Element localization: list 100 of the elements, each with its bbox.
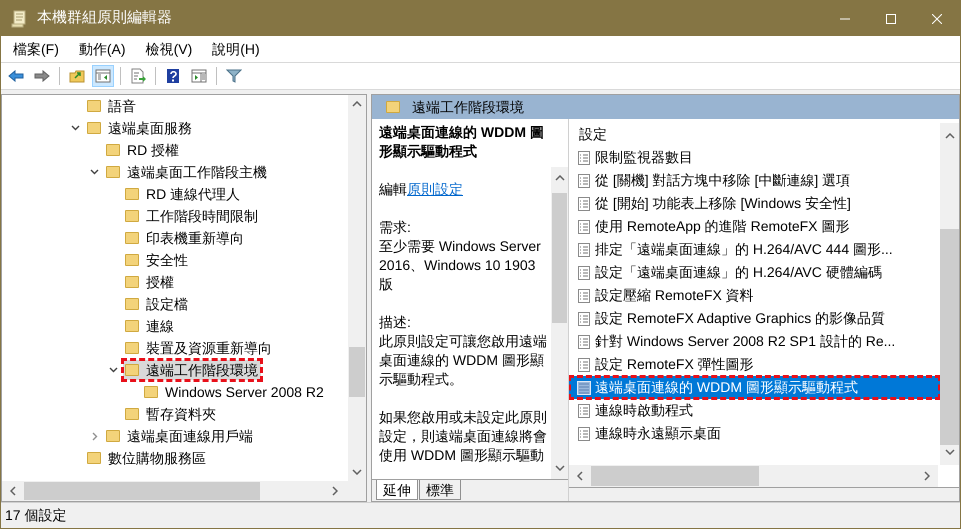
description-label: 描述: — [379, 313, 412, 332]
folder-icon — [125, 232, 139, 244]
status-text: 17 個設定 — [4, 506, 66, 525]
description-title: 遠端桌面連線的 WDDM 圖形顯示驅動程式 — [379, 123, 545, 161]
window-title: 本機群組原則編輯器 — [37, 8, 172, 28]
vertical-scrollbar[interactable] — [348, 95, 366, 481]
filter-icon — [226, 68, 242, 84]
setting-icon — [577, 404, 591, 418]
folder-icon — [125, 364, 139, 376]
back-arrow-icon — [8, 68, 24, 84]
folder-icon — [386, 101, 400, 113]
tree-item[interactable]: 授權 — [123, 272, 177, 292]
policy-settings-link[interactable]: 原則設定 — [407, 181, 463, 197]
tree-item[interactable]: RD 授權 — [104, 140, 182, 160]
menu-item[interactable]: 檢視(V) — [144, 38, 194, 60]
help-icon — [165, 68, 181, 84]
folder-icon — [87, 100, 101, 112]
setting-row[interactable]: 設定 RemoteFX 彈性圖形 — [569, 353, 940, 376]
close-icon — [932, 14, 942, 24]
forward-arrow-icon — [34, 68, 50, 84]
setting-row[interactable]: 使用 RemoteApp 的進階 RemoteFX 圖形 — [569, 215, 940, 238]
horizontal-scrollbar[interactable] — [2, 481, 366, 501]
tree-item[interactable]: 暫存資料夾 — [123, 404, 219, 424]
requirements-text: 至少需要 Windows Server 2016、Windows 10 1903 版 — [379, 237, 542, 294]
setting-row[interactable]: 設定 RemoteFX Adaptive Graphics 的影像品質 — [569, 307, 940, 330]
setting-icon — [577, 334, 591, 348]
menu-item[interactable]: 動作(A) — [76, 38, 128, 60]
scrollbar-thumb[interactable] — [940, 229, 959, 445]
setting-row[interactable]: 設定壓縮 RemoteFX 資料 — [569, 284, 940, 307]
folder-icon — [125, 276, 139, 288]
setting-icon — [577, 266, 591, 280]
folder-icon — [87, 452, 101, 464]
column-header[interactable]: 設定 — [569, 122, 940, 146]
menu-item[interactable]: 說明(H) — [210, 38, 262, 60]
folder-icon — [125, 210, 139, 222]
requirements-label: 需求: — [379, 218, 412, 237]
chevron-down-icon[interactable] — [71, 125, 80, 131]
setting-icon — [577, 242, 591, 256]
toolbar-button[interactable] — [92, 65, 114, 87]
horizontal-scrollbar[interactable] — [569, 465, 938, 487]
export-list-icon — [130, 68, 146, 84]
chevron-down-icon[interactable] — [90, 169, 99, 175]
setting-row[interactable]: 限制監視器數目 — [569, 146, 940, 169]
tree-item[interactable]: 語音 — [85, 96, 139, 116]
folder-icon — [125, 254, 139, 266]
scrollbar-thumb[interactable] — [24, 482, 260, 500]
menu-item[interactable]: 檔案(F) — [11, 38, 61, 60]
setting-row[interactable]: 針對 Windows Server 2008 R2 SP1 設計的 Re... — [569, 330, 940, 353]
setting-icon — [577, 288, 591, 302]
setting-icon — [577, 150, 591, 164]
vertical-scrollbar[interactable] — [940, 123, 959, 465]
setting-row[interactable]: 設定「遠端桌面連線」的 H.264/AVC 硬體編碼 — [569, 261, 940, 284]
maximize-icon — [886, 14, 896, 24]
scrollbar-thumb[interactable] — [591, 466, 759, 486]
view-tab[interactable]: 標準 — [419, 480, 461, 500]
tree-item[interactable]: 遠端桌面服務 — [85, 118, 195, 138]
tree-pane-icon — [95, 68, 111, 84]
setting-row[interactable]: 從 [開始] 功能表上移除 [Windows 安全性] — [569, 192, 940, 215]
scrollbar-thumb[interactable] — [552, 193, 567, 323]
scrollbar-thumb[interactable] — [349, 347, 365, 397]
vertical-scrollbar[interactable] — [551, 167, 568, 479]
folder-icon — [87, 122, 101, 134]
setting-icon — [577, 358, 591, 372]
tree-item[interactable]: RD 連線代理人 — [123, 184, 244, 204]
folder-icon — [106, 166, 120, 178]
folder-icon — [106, 144, 120, 156]
scroll-icon — [11, 10, 27, 28]
panel-title: 遠端工作階段環境 — [412, 98, 524, 116]
tree-item[interactable]: 印表機重新導向 — [123, 228, 247, 248]
folder-icon — [125, 298, 139, 310]
folder-icon — [125, 320, 139, 332]
setting-icon — [577, 426, 591, 440]
tree-item[interactable]: 遠端工作階段環境 — [123, 360, 261, 380]
edit-label: 編輯 — [379, 181, 407, 197]
description-paragraph: 如果您啟用或未設定此原則設定，則遠端桌面連線將會使用 WDDM 圖形顯示驅動 — [379, 408, 548, 465]
folder-up-icon — [69, 68, 85, 84]
setting-icon — [577, 312, 591, 326]
tree-item[interactable]: 設定檔 — [123, 294, 191, 314]
setting-row[interactable]: 連線時啟動程式 — [569, 399, 940, 422]
setting-row[interactable]: 遠端桌面連線的 WDDM 圖形顯示驅動程式 — [569, 376, 940, 399]
setting-row[interactable]: 排定「遠端桌面連線」的 H.264/AVC 444 圖形... — [569, 238, 940, 261]
view-tab[interactable]: 延伸 — [376, 480, 418, 500]
folder-icon — [125, 188, 139, 200]
tree-item[interactable]: 工作階段時間限制 — [123, 206, 261, 226]
setting-icon — [577, 174, 591, 188]
chevron-right-icon[interactable] — [92, 432, 98, 440]
folder-icon — [106, 430, 120, 442]
tree-item[interactable]: Windows Server 2008 R2 — [142, 382, 327, 402]
tree-item[interactable]: 連線 — [123, 316, 177, 336]
folder-icon — [144, 386, 158, 398]
folder-icon — [125, 342, 139, 354]
chevron-down-icon[interactable] — [109, 367, 118, 373]
tree-item[interactable]: 數位購物服務區 — [85, 448, 209, 468]
setting-row[interactable]: 連線時永遠顯示桌面 — [569, 422, 940, 445]
tree-item[interactable]: 安全性 — [123, 250, 191, 270]
tree-item[interactable]: 遠端桌面連線用戶端 — [104, 426, 256, 446]
setting-row[interactable]: 從 [關機] 對話方塊中移除 [中斷連線] 選項 — [569, 169, 940, 192]
tree-item[interactable]: 遠端桌面工作階段主機 — [104, 162, 270, 182]
setting-icon — [577, 380, 591, 394]
tree-item[interactable]: 裝置及資源重新導向 — [123, 338, 275, 358]
